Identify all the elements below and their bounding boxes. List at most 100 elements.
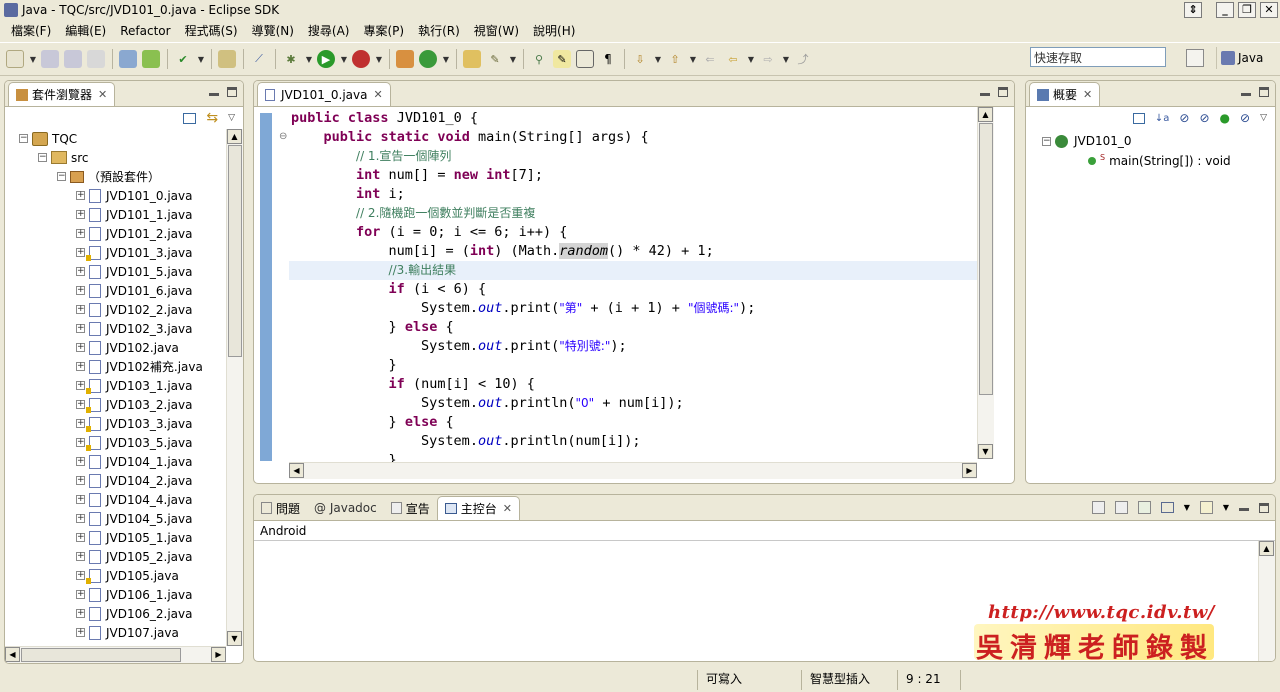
minimize-view-button[interactable] <box>1241 92 1251 96</box>
edit-pencil-icon[interactable]: ✎ <box>486 50 504 68</box>
code-line[interactable]: System.out.print("特別號:"); <box>291 337 982 356</box>
code-line[interactable]: System.out.println(num[i]); <box>291 432 982 451</box>
view-menu-icon[interactable]: ▽ <box>228 113 235 123</box>
tree-file-item[interactable]: + JVD104_5.java <box>5 509 226 528</box>
code-line[interactable]: int i; <box>291 185 982 204</box>
expand-icon[interactable]: + <box>76 419 85 428</box>
tree-file-item[interactable]: + JVD105_2.java <box>5 547 226 566</box>
tree-file-item[interactable]: + JVD102_2.java <box>5 300 226 319</box>
link-with-editor-icon[interactable]: ⇆ <box>206 110 218 126</box>
menu-file[interactable]: 檔案(F) <box>4 22 58 39</box>
hide-local-types-icon[interactable]: ⊘ <box>1240 111 1250 125</box>
scroll-lock-icon[interactable] <box>1114 501 1128 514</box>
back-dropdown-icon[interactable]: ▼ <box>747 50 755 68</box>
close-icon[interactable]: ✕ <box>98 88 107 101</box>
collapse-all-icon[interactable] <box>1132 112 1145 124</box>
tree-file-item[interactable]: + JVD101_6.java <box>5 281 226 300</box>
tree-file-item[interactable]: + JVD102.java <box>5 338 226 357</box>
scroll-left-icon[interactable]: ◀ <box>289 463 304 478</box>
tab-package-explorer[interactable]: 套件瀏覽器 ✕ <box>8 82 116 106</box>
forward-dropdown-icon[interactable]: ▼ <box>782 50 790 68</box>
tree-file-item[interactable]: + JVD104_1.java <box>5 452 226 471</box>
expand-icon[interactable]: + <box>76 476 85 485</box>
expand-icon[interactable]: + <box>76 229 85 238</box>
package-explorer-vscrollbar[interactable]: ▲ ▼ <box>226 129 243 646</box>
external-tools-dropdown-icon[interactable]: ▼ <box>375 50 383 68</box>
code-area[interactable]: public class JVD101_0 { public static vo… <box>289 109 982 470</box>
collapse-all-icon[interactable] <box>183 112 197 124</box>
expand-icon[interactable]: + <box>76 514 85 523</box>
new-class-icon[interactable] <box>419 50 437 68</box>
scroll-up-icon[interactable]: ▲ <box>227 129 242 144</box>
maximize-view-button[interactable] <box>998 87 1008 97</box>
tree-default-package[interactable]: − （預設套件） <box>5 167 226 186</box>
menu-edit[interactable]: 編輯(E) <box>58 22 113 39</box>
tab-javadoc[interactable]: @ Javadoc <box>307 496 384 520</box>
code-line[interactable]: } <box>291 356 982 375</box>
tree-file-item[interactable]: + JVD106_1.java <box>5 585 226 604</box>
tree-file-item[interactable]: + JVD102補充.java <box>5 357 226 376</box>
minimize-view-button[interactable] <box>209 92 219 96</box>
pin-console-icon[interactable] <box>1137 501 1151 514</box>
expand-icon[interactable]: + <box>76 609 85 618</box>
code-line[interactable]: //3.輸出結果 <box>289 261 982 280</box>
menu-help[interactable]: 說明(H) <box>526 22 582 39</box>
expand-icon[interactable]: + <box>76 286 85 295</box>
code-line[interactable]: if (num[i] < 10) { <box>291 375 982 394</box>
tree-file-item[interactable]: + JVD101_2.java <box>5 224 226 243</box>
fold-collapse-icon[interactable]: ⊖ <box>279 131 287 142</box>
tree-file-item[interactable]: + JVD103_1.java <box>5 376 226 395</box>
tree-file-item[interactable]: + JVD103_2.java <box>5 395 226 414</box>
minimize-button[interactable]: _ <box>1216 2 1234 18</box>
display-console-dropdown-icon[interactable]: ▼ <box>1184 503 1190 512</box>
menu-source[interactable]: 程式碼(S) <box>178 22 245 39</box>
open-type-icon[interactable] <box>218 50 236 68</box>
expand-icon[interactable]: + <box>76 324 85 333</box>
expand-icon[interactable]: + <box>76 571 85 580</box>
display-console-icon[interactable] <box>1160 502 1174 513</box>
console-vscrollbar[interactable]: ▲ <box>1258 541 1275 661</box>
scroll-thumb[interactable] <box>979 123 993 395</box>
view-menu-icon[interactable]: ▽ <box>1260 113 1267 123</box>
outline-method-row[interactable]: S main(String[]) : void <box>1026 151 1275 171</box>
new-java-project-icon[interactable] <box>396 50 414 68</box>
scroll-right-icon[interactable]: ▶ <box>211 647 226 662</box>
debug-dropdown-icon[interactable]: ▼ <box>305 50 313 68</box>
edit-dropdown-icon[interactable]: ▼ <box>509 50 517 68</box>
run-icon[interactable]: ▶ <box>317 50 335 68</box>
tree-src-folder[interactable]: − src <box>5 148 226 167</box>
package-explorer-hscrollbar[interactable]: ◀ ▶ <box>5 646 226 663</box>
new-icon[interactable] <box>6 50 24 68</box>
maximize-view-button[interactable] <box>227 87 237 97</box>
maximize-view-button[interactable] <box>1259 87 1269 97</box>
block-selection-icon[interactable] <box>576 50 594 68</box>
tab-console[interactable]: 主控台 ✕ <box>436 496 520 520</box>
editor-hscrollbar[interactable]: ◀ ▶ <box>289 462 977 479</box>
code-line[interactable]: System.out.print("第" + (i + 1) + "個號碼:")… <box>291 299 982 318</box>
open-folder-icon[interactable] <box>463 50 481 68</box>
tree-project[interactable]: − TQC <box>5 129 226 148</box>
task-icon[interactable]: ✔ <box>174 50 192 68</box>
clear-console-icon[interactable] <box>1091 501 1105 514</box>
scroll-left-icon[interactable]: ◀ <box>5 647 20 662</box>
scroll-thumb[interactable] <box>228 145 242 357</box>
menu-search[interactable]: 搜尋(A) <box>301 22 357 39</box>
menu-navigate[interactable]: 導覽(N) <box>245 22 301 39</box>
tree-file-item[interactable]: + JVD101_5.java <box>5 262 226 281</box>
tree-file-item[interactable]: + JVD103_3.java <box>5 414 226 433</box>
next-annotation-icon[interactable]: ⇩ <box>631 50 649 68</box>
code-line[interactable]: for (i = 0; i <= 6; i++) { <box>291 223 982 242</box>
open-perspective-icon[interactable] <box>1186 49 1204 67</box>
editor-vscrollbar[interactable]: ▲ ▼ <box>977 107 994 459</box>
tree-file-item[interactable]: + JVD107.java <box>5 623 226 642</box>
maximize-button[interactable]: ❐ <box>1238 2 1256 18</box>
last-edit-icon[interactable]: ⇐ <box>701 50 719 68</box>
pin-editor-icon[interactable]: ⤴ <box>794 50 812 68</box>
external-tools-icon[interactable] <box>352 50 370 68</box>
code-line[interactable]: public class JVD101_0 { <box>291 109 982 128</box>
collapse-icon[interactable]: − <box>57 172 66 181</box>
menu-run[interactable]: 執行(R) <box>411 22 467 39</box>
restore-arrows-icon[interactable]: ⇕ <box>1184 2 1202 18</box>
tree-file-item[interactable]: + JVD103_5.java <box>5 433 226 452</box>
skip-breakpoints-icon[interactable]: ⟋ <box>250 50 268 68</box>
